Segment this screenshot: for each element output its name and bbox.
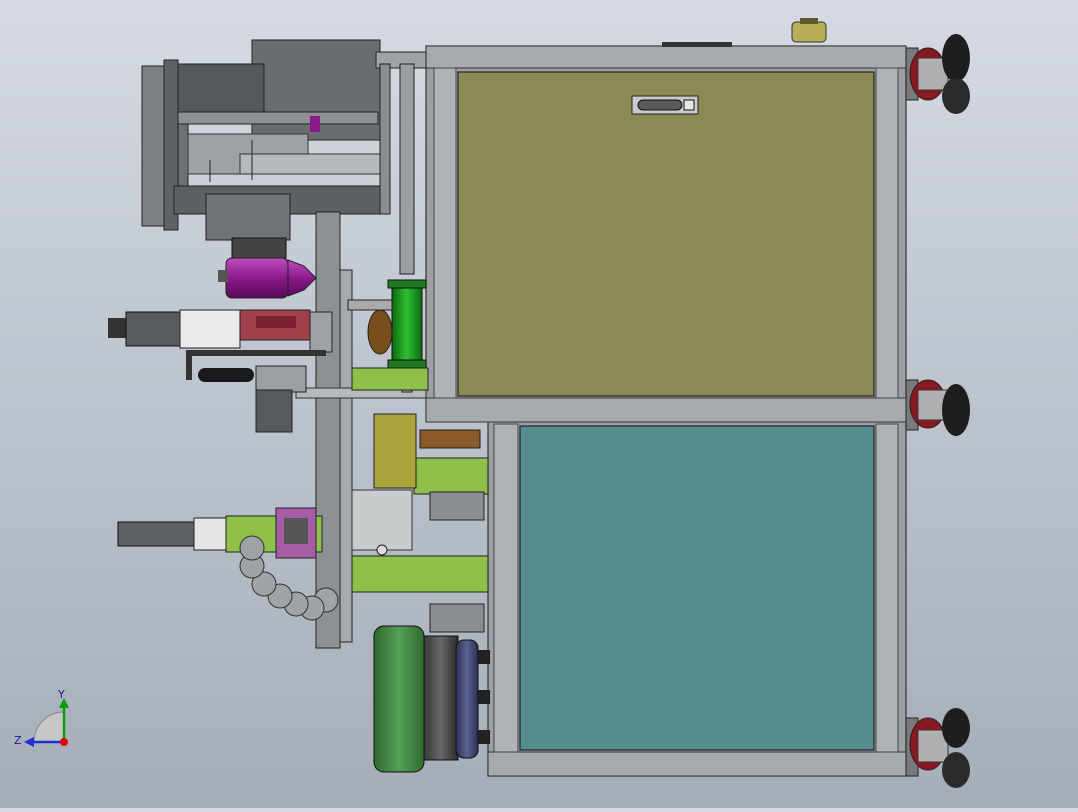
top-motor-assembly[interactable]: [141, 39, 427, 275]
caster-top: [905, 34, 970, 114]
lower-arm-motor[interactable]: [117, 507, 317, 559]
upper-panel[interactable]: [457, 71, 875, 397]
caster-bottom: [905, 708, 970, 788]
z-axis-label: Z: [14, 734, 22, 747]
purple-spindle-motor[interactable]: [218, 257, 317, 299]
feed-drum-assembly[interactable]: [373, 625, 490, 773]
cad-viewport[interactable]: Y Z: [0, 0, 1078, 808]
olive-bracket: [373, 413, 417, 489]
top-indicator-knob: [662, 18, 827, 47]
roller-bracket: [198, 365, 307, 433]
z-axis-arrow-icon: [24, 737, 34, 747]
axis-triad: Y Z: [14, 688, 69, 747]
origin-point-icon: [60, 738, 68, 746]
caster-middle: [905, 379, 970, 436]
lower-panel[interactable]: [519, 425, 875, 751]
door-handle-icon[interactable]: [631, 95, 699, 115]
y-axis-label: Y: [57, 688, 65, 701]
machine-assembly-drawing: Y Z: [14, 18, 970, 788]
